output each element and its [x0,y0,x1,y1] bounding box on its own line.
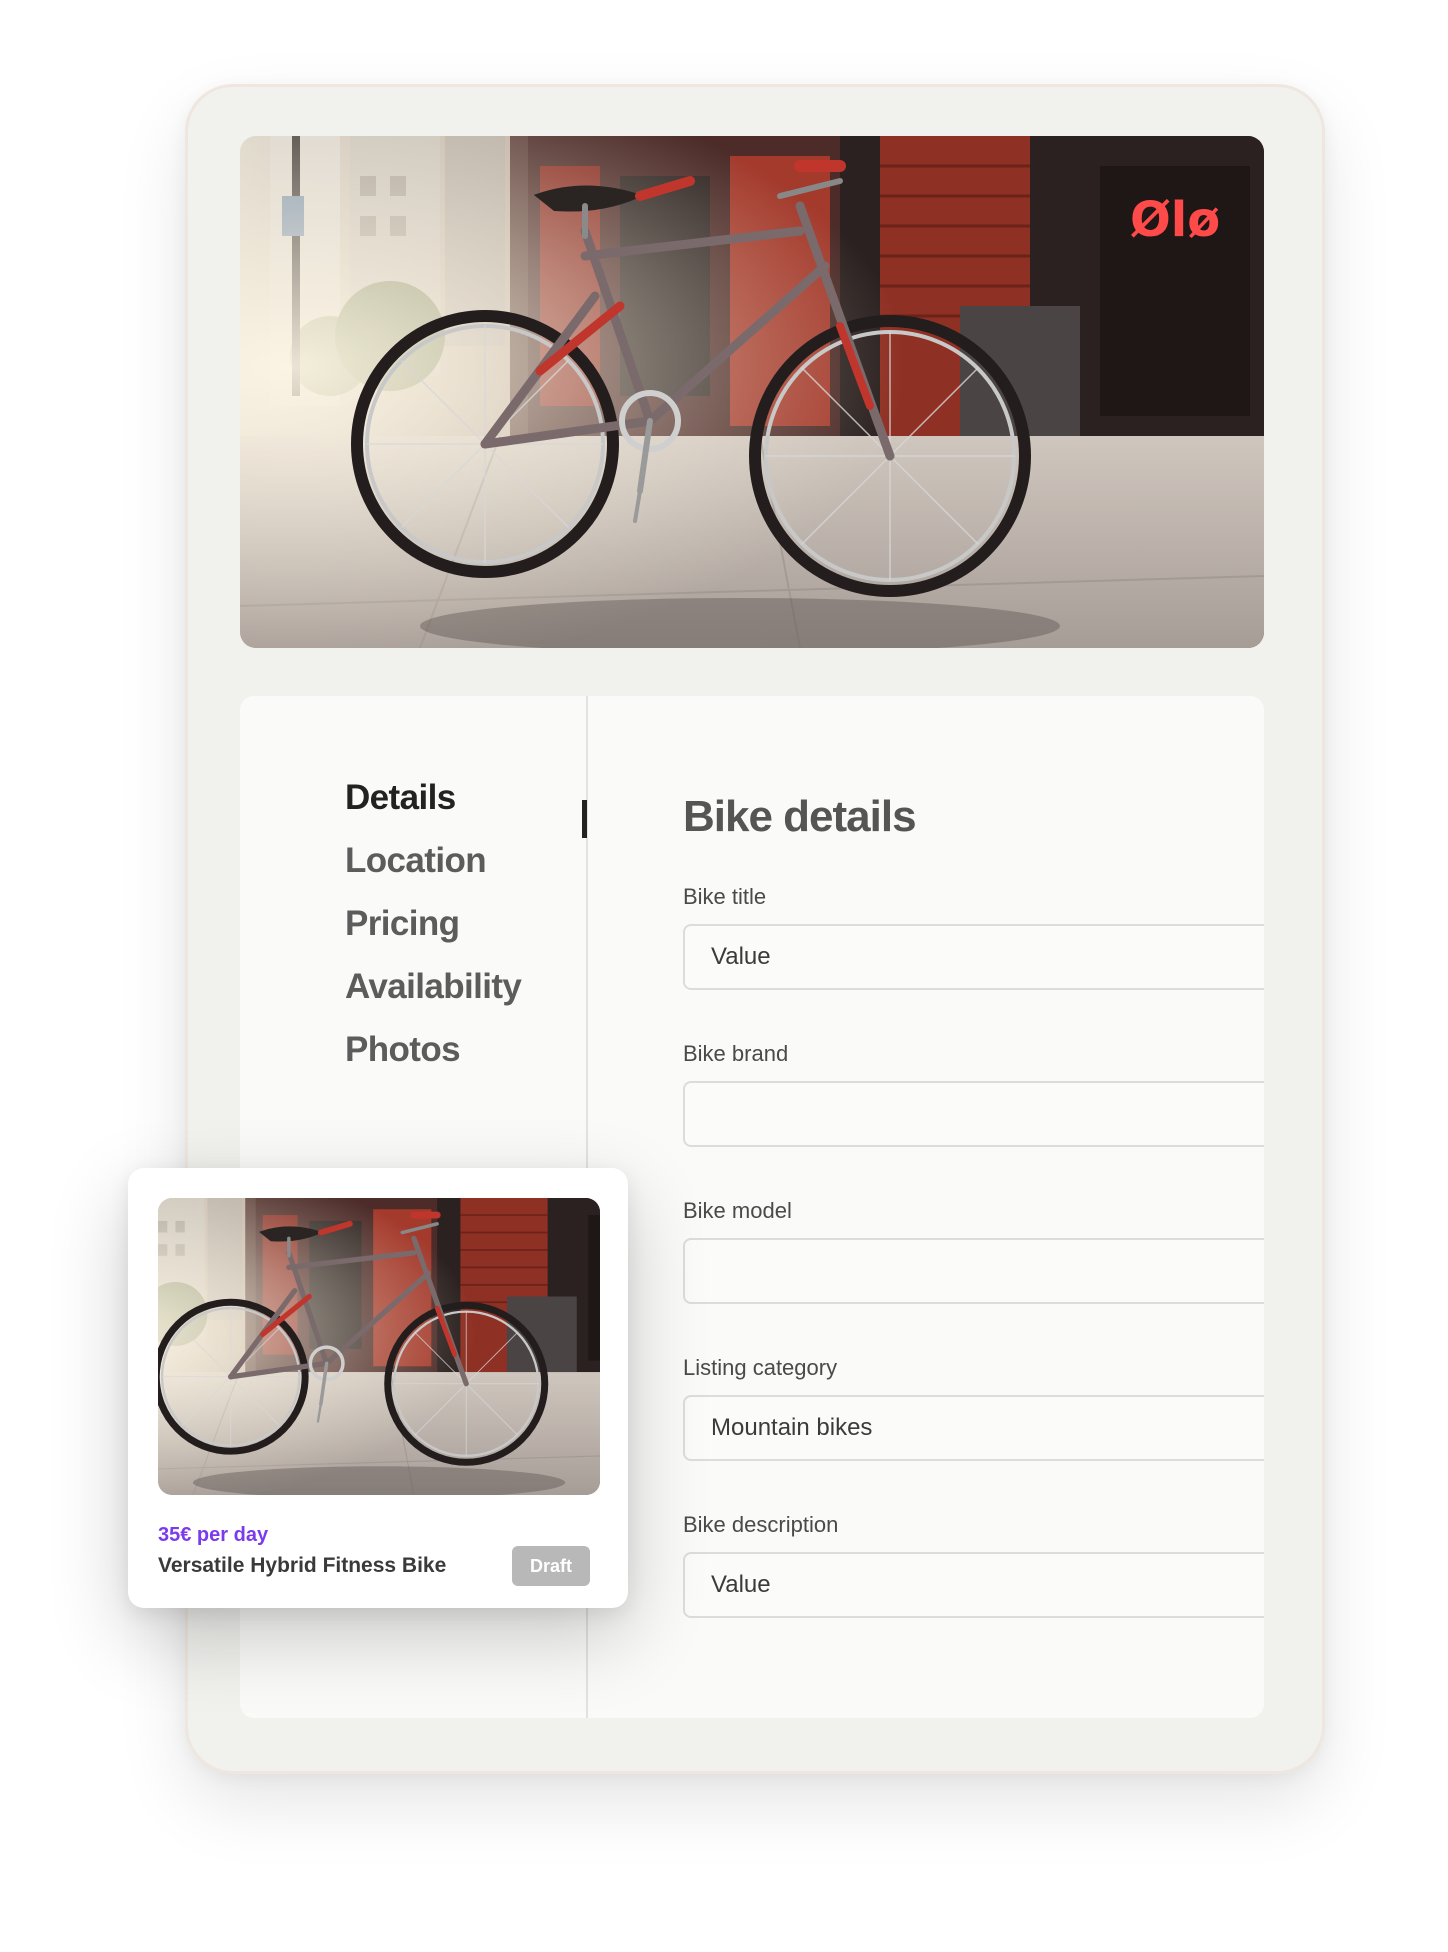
preview-bike-photo [158,1198,600,1495]
hero-bike-photo [240,136,1264,648]
nav-item-availability[interactable]: Availability [345,967,522,1007]
bike-model-input[interactable] [683,1238,1264,1304]
bike-description-input[interactable]: Value [683,1552,1264,1618]
page-title: Bike details [683,792,917,841]
form-main: Bike details Bike title Value Bike brand… [683,696,1264,1718]
preview-bike-image [158,1198,600,1495]
bike-brand-input[interactable] [683,1081,1264,1147]
listing-category-label: Listing category [683,1355,838,1380]
nav-item-details[interactable]: Details [345,778,456,818]
listing-preview-card[interactable]: 35€ per day Versatile Hybrid Fitness Bik… [128,1168,628,1608]
nav-item-photos[interactable]: Photos [345,1030,461,1070]
nav-item-location[interactable]: Location [345,841,487,881]
bike-title-input[interactable]: Value [683,924,1264,990]
status-badge: Draft [512,1546,590,1586]
preview-bike-name: Versatile Hybrid Fitness Bike [158,1554,447,1577]
bike-model-label: Bike model [683,1198,792,1223]
bike-title-label: Bike title [683,884,767,909]
listing-category-select[interactable]: Mountain bikes [683,1395,1264,1461]
nav-item-pricing[interactable]: Pricing [345,904,460,944]
preview-price: 35€ per day [158,1524,269,1546]
bike-photo-image [240,136,1264,648]
bike-brand-label: Bike brand [683,1041,789,1066]
active-nav-indicator [582,800,587,838]
bike-description-label: Bike description [683,1512,839,1537]
